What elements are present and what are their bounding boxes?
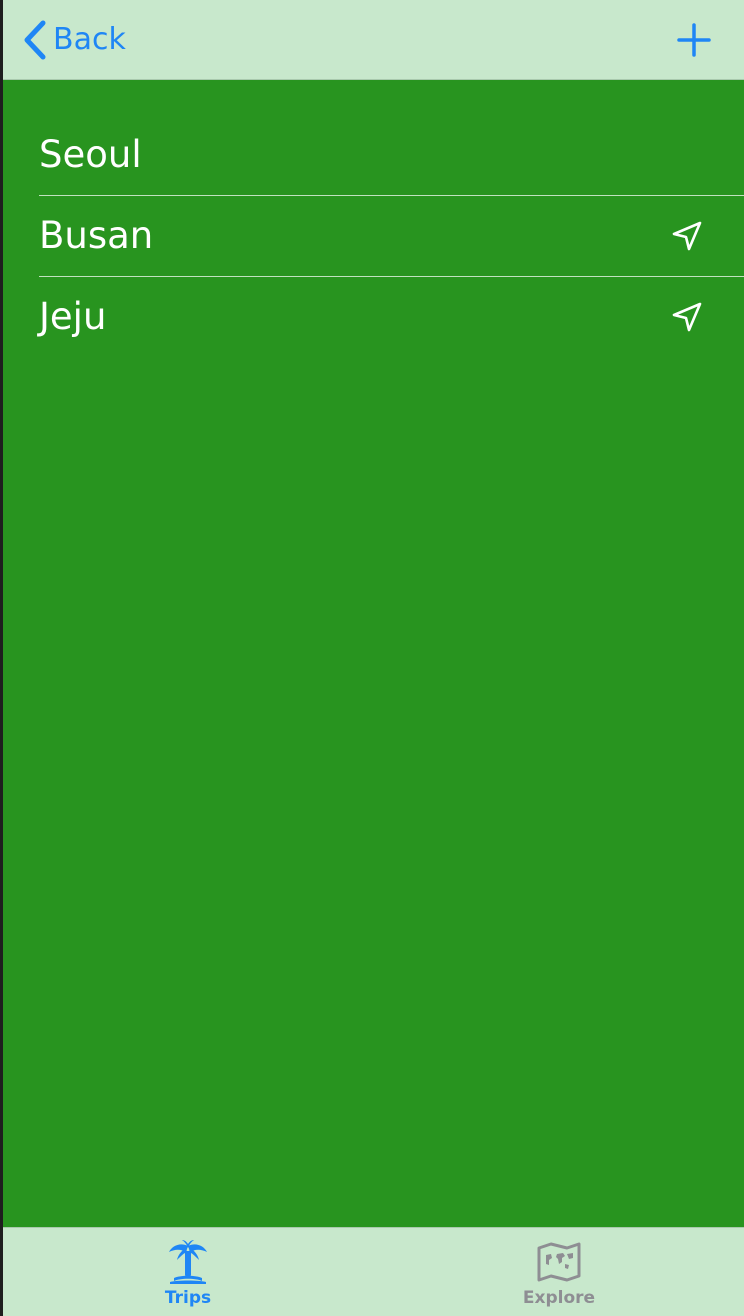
list-item-label: Jeju	[39, 295, 107, 338]
chevron-left-icon	[24, 20, 46, 60]
destination-list: Seoul Busan Jeju	[3, 80, 744, 357]
tab-explore-label: Explore	[522, 1288, 596, 1308]
list-item[interactable]: Seoul	[39, 80, 744, 196]
plus-icon[interactable]	[674, 20, 714, 60]
location-arrow-icon[interactable]	[670, 300, 704, 334]
back-label: Back	[53, 22, 126, 57]
list-item[interactable]: Busan	[39, 196, 744, 277]
screen: Back Seoul Busan Jeju Trips Explore	[3, 0, 744, 1316]
back-button[interactable]: Back	[23, 18, 126, 62]
list-item-label: Seoul	[39, 133, 142, 176]
list-item-label: Busan	[39, 214, 154, 257]
navigation-bar: Back	[3, 0, 744, 80]
tab-explore[interactable]: Explore	[374, 1228, 744, 1316]
tab-trips-label: Trips	[164, 1288, 212, 1308]
map-icon	[537, 1242, 581, 1282]
tab-trips[interactable]: Trips	[3, 1228, 373, 1316]
tab-bar: Trips Explore	[3, 1227, 744, 1316]
palm-tree-icon	[169, 1240, 207, 1284]
list-item[interactable]: Jeju	[39, 277, 744, 357]
location-arrow-icon[interactable]	[670, 219, 704, 253]
